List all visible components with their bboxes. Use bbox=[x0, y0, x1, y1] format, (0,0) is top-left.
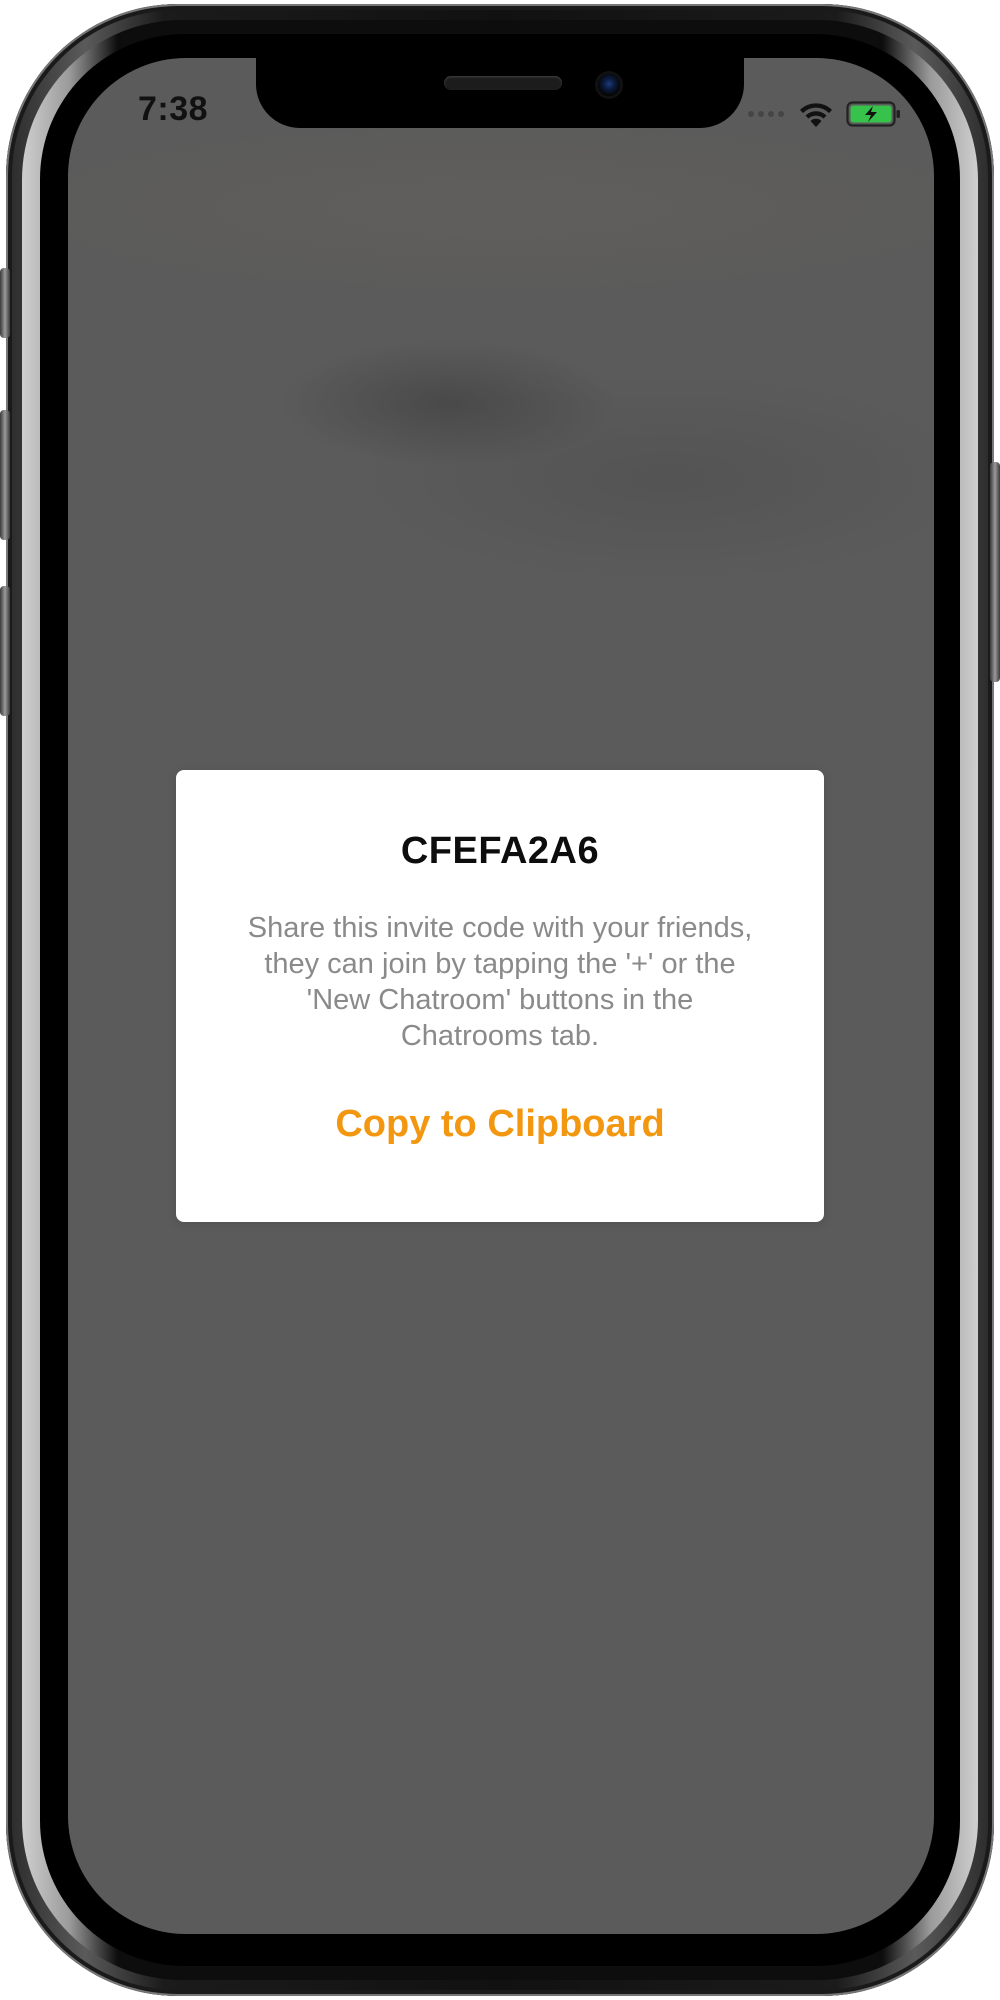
invite-code-title: CFEFA2A6 bbox=[400, 830, 600, 872]
wifi-icon bbox=[798, 100, 834, 128]
invite-code-message: Share this invite code with your friends… bbox=[247, 912, 753, 1052]
side-button-volume-up bbox=[0, 410, 10, 540]
side-button-power bbox=[990, 462, 1000, 682]
status-icons bbox=[742, 94, 902, 134]
notch bbox=[256, 58, 744, 128]
battery-charging-icon bbox=[846, 100, 902, 128]
copy-to-clipboard-button[interactable]: Copy to Clipboard bbox=[266, 1096, 734, 1152]
speaker-grille bbox=[444, 76, 562, 90]
status-time: 7:38 bbox=[138, 90, 209, 128]
signal-dots-icon bbox=[748, 104, 784, 124]
side-button-silent bbox=[0, 268, 10, 338]
invite-code-dialog: CFEFA2A6 Share this invite code with you… bbox=[176, 770, 824, 1222]
side-button-volume-down bbox=[0, 586, 10, 716]
front-camera bbox=[598, 74, 620, 96]
